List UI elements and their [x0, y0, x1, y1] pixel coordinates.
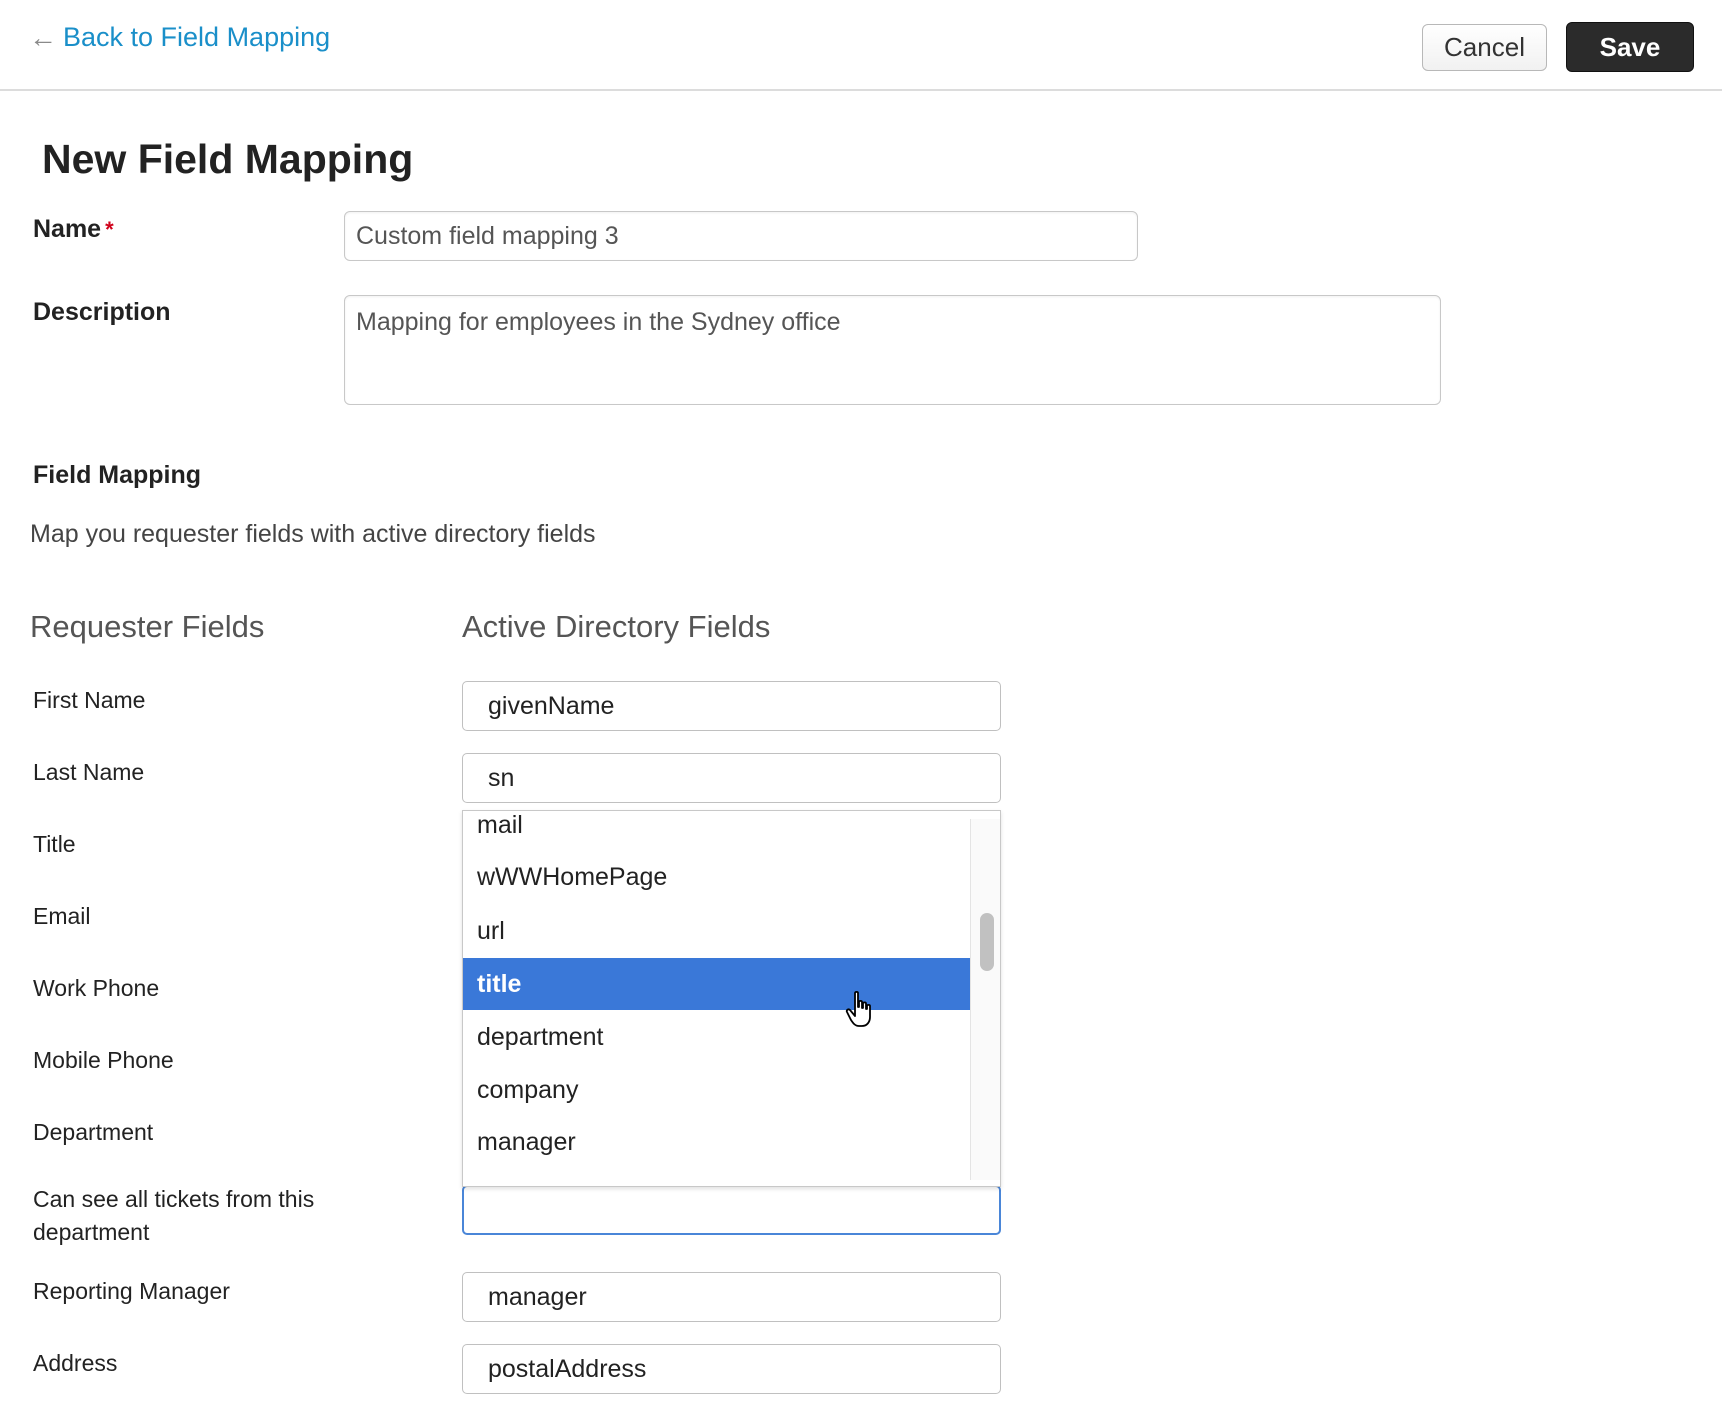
page-title: New Field Mapping — [42, 136, 414, 182]
dropdown-option[interactable]: mail — [463, 811, 970, 851]
active-directory-fields-heading: Active Directory Fields — [462, 609, 771, 644]
dropdown-option-selected[interactable]: title — [463, 958, 970, 1010]
arrow-left-icon: ← — [29, 21, 57, 53]
field-label-can-see-all-tickets: Can see all tickets from this department — [33, 1186, 315, 1245]
field-label-mobile-phone: Mobile Phone — [33, 1047, 174, 1073]
name-input[interactable]: Custom field mapping 3 — [344, 211, 1138, 261]
requester-fields-heading: Requester Fields — [30, 609, 265, 644]
cancel-button[interactable]: Cancel — [1422, 24, 1547, 71]
dropdown-option[interactable]: url — [463, 905, 970, 957]
dropdown-scrollbar-thumb[interactable] — [980, 913, 994, 971]
dropdown-scrollbar[interactable] — [970, 819, 1000, 1180]
field-mapping-description: Map you requester fields with active dir… — [30, 520, 596, 548]
field-label-reporting-manager: Reporting Manager — [33, 1278, 230, 1304]
ad-field-dropdown-list[interactable]: mail wWWHomePage url title department co… — [462, 810, 1001, 1187]
required-asterisk: * — [105, 217, 114, 242]
ad-field-last-name-input[interactable]: sn — [462, 753, 1001, 803]
field-label-department: Department — [33, 1119, 154, 1145]
name-label: Name * — [33, 215, 114, 244]
top-bar: ← Back to Field Mapping Cancel Save — [0, 0, 1722, 91]
field-label-email: Email — [33, 903, 91, 929]
description-textarea[interactable]: Mapping for employees in the Sydney offi… — [344, 295, 1441, 405]
field-label-first-name: First Name — [33, 687, 146, 713]
save-button[interactable]: Save — [1566, 22, 1694, 72]
dropdown-option[interactable]: wWWHomePage — [463, 851, 970, 903]
hand-pointer-cursor-icon — [845, 990, 871, 1027]
back-link-label: Back to Field Mapping — [63, 22, 331, 52]
ad-field-reporting-manager-input[interactable]: manager — [462, 1272, 1001, 1322]
ad-field-address-input[interactable]: postalAddress — [462, 1344, 1001, 1394]
dropdown-option[interactable]: department — [463, 1011, 970, 1063]
back-to-field-mapping-link[interactable]: ← Back to Field Mapping — [29, 22, 330, 53]
ad-field-first-name-input[interactable]: givenName — [462, 681, 1001, 731]
dropdown-option[interactable]: company — [463, 1064, 970, 1116]
name-label-text: Name — [33, 215, 102, 243]
field-label-work-phone: Work Phone — [33, 975, 160, 1001]
description-label: Description — [33, 298, 171, 326]
field-label-address: Address — [33, 1350, 118, 1376]
field-mapping-heading: Field Mapping — [33, 461, 202, 489]
field-label-last-name: Last Name — [33, 759, 145, 785]
field-label-title: Title — [33, 831, 76, 857]
ad-field-can-see-all-tickets-input[interactable] — [462, 1185, 1001, 1235]
dropdown-option[interactable]: manager — [463, 1116, 970, 1168]
